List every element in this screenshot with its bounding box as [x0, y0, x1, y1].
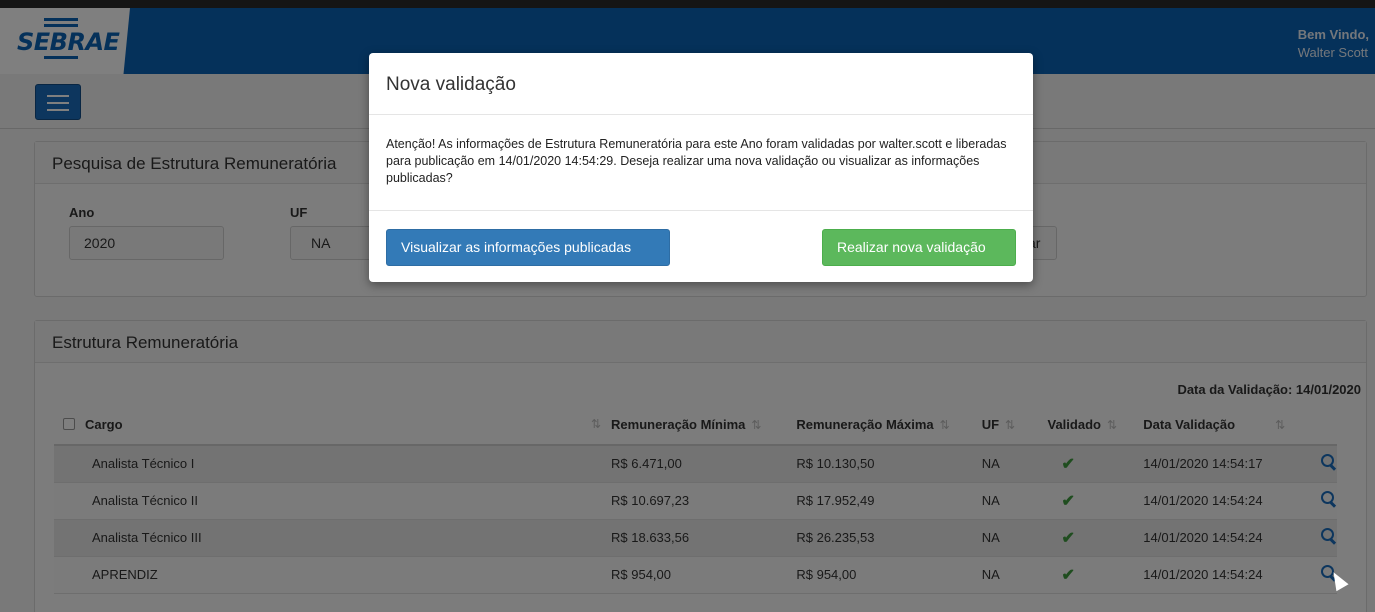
- new-validation-button[interactable]: Realizar nova validação: [822, 229, 1016, 266]
- modal-message: Atenção! As informações de Estrutura Rem…: [386, 137, 1007, 185]
- modal-footer-divider: [369, 210, 1033, 211]
- modal-header-divider: [369, 114, 1033, 115]
- modal-title: Nova validação: [386, 74, 516, 95]
- view-published-button[interactable]: Visualizar as informações publicadas: [386, 229, 670, 266]
- nova-validacao-modal: Nova validação Atenção! As informações d…: [369, 53, 1033, 282]
